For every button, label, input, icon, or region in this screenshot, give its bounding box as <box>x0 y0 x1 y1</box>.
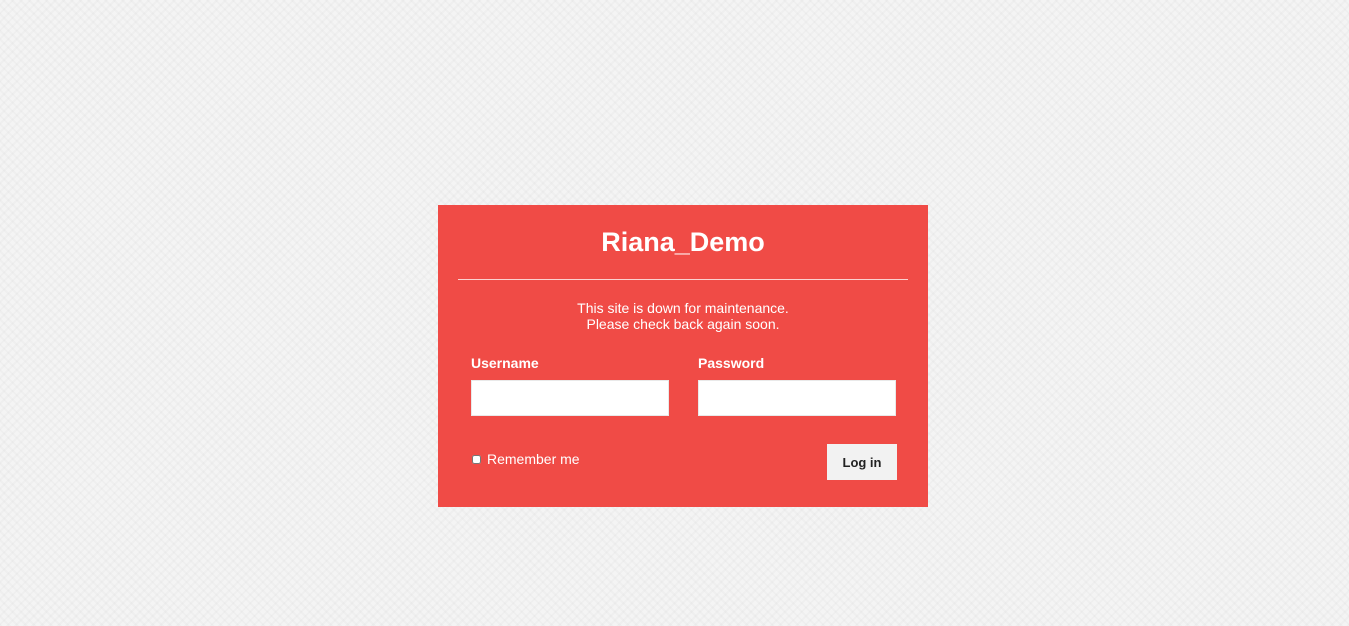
login-button[interactable]: Log in <box>827 444 897 480</box>
title-divider <box>458 279 908 280</box>
username-input[interactable] <box>471 380 669 416</box>
remember-me-group: Remember me <box>472 451 580 467</box>
maintenance-notice-line-2: Please check back again soon. <box>586 316 780 332</box>
password-label: Password <box>698 355 765 371</box>
username-label: Username <box>471 355 539 371</box>
maintenance-notice-line-1: This site is down for maintenance. <box>577 300 789 316</box>
site-title: Riana_Demo <box>601 227 765 257</box>
password-field-group: Password <box>698 355 896 416</box>
maintenance-login-panel: Riana_Demo This site is down for mainten… <box>438 205 928 507</box>
remember-me-label[interactable]: Remember me <box>487 451 580 467</box>
username-field-group: Username <box>471 355 669 416</box>
remember-me-checkbox[interactable] <box>472 454 481 464</box>
password-input[interactable] <box>698 380 896 416</box>
maintenance-notice: This site is down for maintenance. Pleas… <box>438 300 928 332</box>
